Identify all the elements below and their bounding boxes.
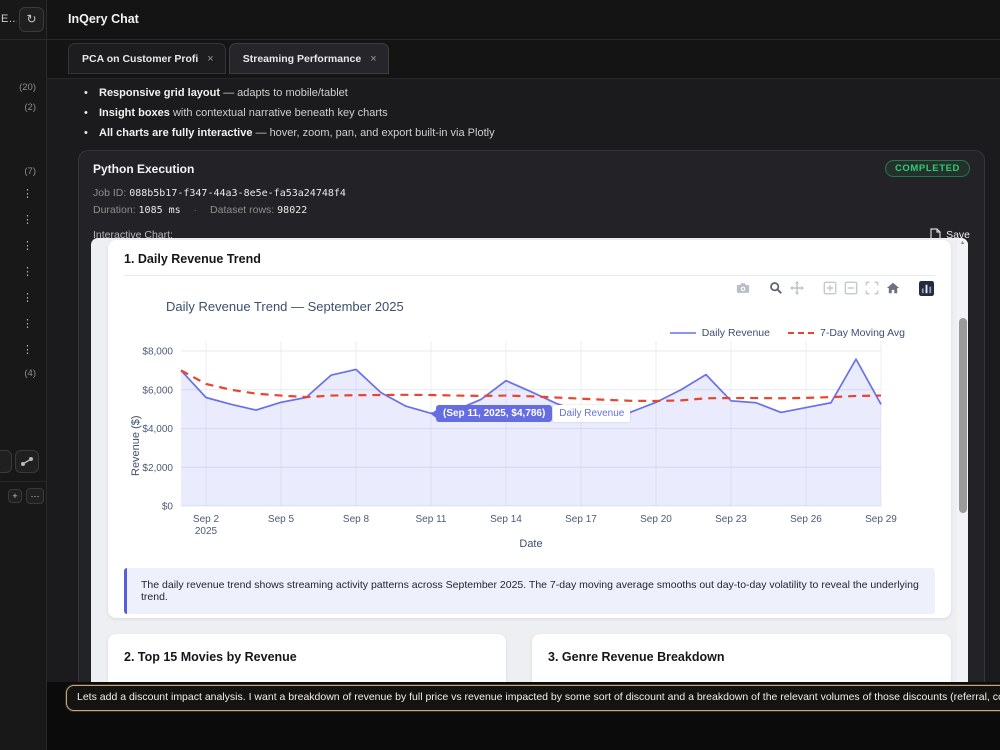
clipped-button[interactable]: [0, 450, 12, 473]
more-button[interactable]: ⋯: [26, 488, 44, 504]
execution-title: Python Execution: [93, 161, 195, 176]
plotly-chart: Daily Revenue Trend — September 2025 Dai…: [124, 278, 935, 558]
scrollbar-thumb[interactable]: [958, 318, 967, 513]
svg-text:Sep 2: Sep 2: [193, 514, 220, 525]
bullet-item: Insight boxes with contextual narrative …: [82, 103, 495, 123]
svg-text:Sep 23: Sep 23: [715, 514, 747, 525]
svg-text:Sep 26: Sep 26: [790, 514, 822, 525]
kebab-menu-icon[interactable]: ⋮: [22, 291, 33, 305]
chat-content: Color-coded KPI cards with distinct acce…: [47, 79, 1000, 682]
divider: [124, 275, 935, 276]
svg-text:Sep 14: Sep 14: [490, 514, 522, 525]
svg-text:Sep 29: Sep 29: [865, 514, 897, 525]
prompt-bar: Lets add a discount impact analysis. I w…: [47, 682, 1000, 750]
sidebar-top: E… ↻: [0, 0, 46, 40]
status-badge: COMPLETED: [884, 160, 970, 177]
x-axis-title: Date: [519, 538, 543, 550]
count-badge: (2): [24, 102, 36, 113]
job-id-row: Job ID: 088b5b17-f347-44a3-8e5e-fa53a247…: [93, 187, 346, 199]
app-title: InQery Chat: [68, 12, 139, 26]
share-graph-button[interactable]: [15, 450, 39, 473]
bullet-item: All charts are fully interactive — hover…: [82, 123, 495, 143]
sidebar-action-row: [0, 447, 47, 480]
add-button[interactable]: +: [8, 489, 22, 503]
ellipsis-icon: ⋯: [30, 491, 40, 501]
count-badge: (4): [24, 368, 36, 379]
app-header: InQery Chat: [47, 0, 1000, 40]
prompt-input[interactable]: Lets add a discount impact analysis. I w…: [66, 685, 1000, 711]
top-movies-card: 2. Top 15 Movies by Revenue: [108, 634, 506, 682]
section-title: 2. Top 15 Movies by Revenue: [124, 650, 297, 664]
tab-label: Streaming Performance: [242, 52, 362, 65]
kebab-menu-icon[interactable]: ⋮: [22, 187, 33, 201]
plus-icon: +: [12, 491, 18, 501]
python-execution-card: Python Execution COMPLETED Job ID: 088b5…: [78, 150, 985, 682]
svg-text:Sep 8: Sep 8: [343, 514, 370, 525]
svg-text:Sep 20: Sep 20: [640, 514, 672, 525]
tooltip-series: Daily Revenue: [553, 405, 631, 423]
section-title: 1. Daily Revenue Trend: [124, 252, 261, 266]
job-id-value: 088b5b17-f347-44a3-8e5e-fa53a24748f4: [129, 188, 346, 199]
sidebar-item-menus: ⋮ ⋮ ⋮ ⋮ ⋮ ⋮ ⋮: [0, 178, 46, 357]
sidebar-divider: [0, 481, 47, 482]
tab-bar: PCA on Customer Profi × Streaming Perfor…: [47, 40, 1000, 79]
tooltip-value: (Sep 11, 2025, $4,786): [430, 405, 553, 423]
execution-meta: Job ID: 088b5b17-f347-44a3-8e5e-fa53a247…: [79, 177, 984, 219]
report-cards-row: 2. Top 15 Movies by Revenue 3. Genre Rev…: [108, 634, 951, 682]
close-icon[interactable]: ×: [207, 53, 213, 65]
duration-row: Duration: 1085 ms · Dataset rows: 98022: [93, 204, 308, 216]
svg-text:Sep 17: Sep 17: [565, 514, 597, 525]
svg-text:2025: 2025: [195, 526, 218, 534]
svg-text:$0: $0: [162, 502, 174, 513]
share-graph-icon: [21, 457, 33, 466]
refresh-button[interactable]: ↻: [19, 7, 44, 32]
svg-text:$2,000: $2,000: [142, 463, 173, 474]
svg-text:Sep 5: Sep 5: [268, 514, 295, 525]
refresh-icon: ↻: [26, 12, 37, 26]
section-title: 3. Genre Revenue Breakdown: [548, 650, 725, 664]
kebab-menu-icon[interactable]: ⋮: [22, 265, 33, 279]
scroll-up-arrow-icon[interactable]: ▲: [957, 240, 968, 246]
kebab-menu-icon[interactable]: ⋮: [22, 213, 33, 227]
count-badge: (7): [24, 166, 36, 177]
tab-streaming-performance[interactable]: Streaming Performance ×: [228, 43, 389, 74]
daily-revenue-card: 1. Daily Revenue Trend Daily Revenue Tre…: [108, 240, 951, 618]
tab-label: PCA on Customer Profi: [82, 52, 199, 65]
kebab-menu-icon[interactable]: ⋮: [22, 317, 33, 331]
genre-breakdown-card: 3. Genre Revenue Breakdown: [532, 634, 951, 682]
close-icon[interactable]: ×: [370, 53, 376, 65]
insight-box: The daily revenue trend shows streaming …: [124, 568, 935, 614]
kebab-menu-icon[interactable]: ⋮: [22, 239, 33, 253]
kebab-menu-icon[interactable]: ⋮: [22, 343, 33, 357]
count-badge: (20): [19, 82, 36, 93]
duration-value: 1085 ms: [138, 205, 181, 216]
svg-text:$8,000: $8,000: [142, 347, 173, 358]
left-sidebar: E… ↻ (20) (2) (7) ⋮ ⋮ ⋮ ⋮ ⋮ ⋮ ⋮ (4) + ⋯: [0, 0, 47, 750]
svg-text:$4,000: $4,000: [142, 424, 173, 435]
sidebar-counts: (20) (2) (7): [0, 40, 46, 178]
bullet-item: Responsive grid layout — adapts to mobil…: [82, 83, 495, 103]
message-bullet-list: Responsive grid layout — adapts to mobil…: [82, 83, 495, 143]
tab-pca-on-customer-profiles[interactable]: PCA on Customer Profi ×: [68, 43, 226, 74]
sidebar-collapsed-label: E…: [1, 13, 17, 25]
svg-text:$6,000: $6,000: [142, 385, 173, 396]
rows-value: 98022: [277, 205, 308, 216]
report-scrollbar[interactable]: ▲: [957, 238, 968, 682]
report-viewport: 1. Daily Revenue Trend Daily Revenue Tre…: [91, 238, 968, 682]
svg-text:Sep 11: Sep 11: [416, 514, 447, 525]
hover-tooltip: (Sep 11, 2025, $4,786) Daily Revenue: [430, 405, 631, 423]
